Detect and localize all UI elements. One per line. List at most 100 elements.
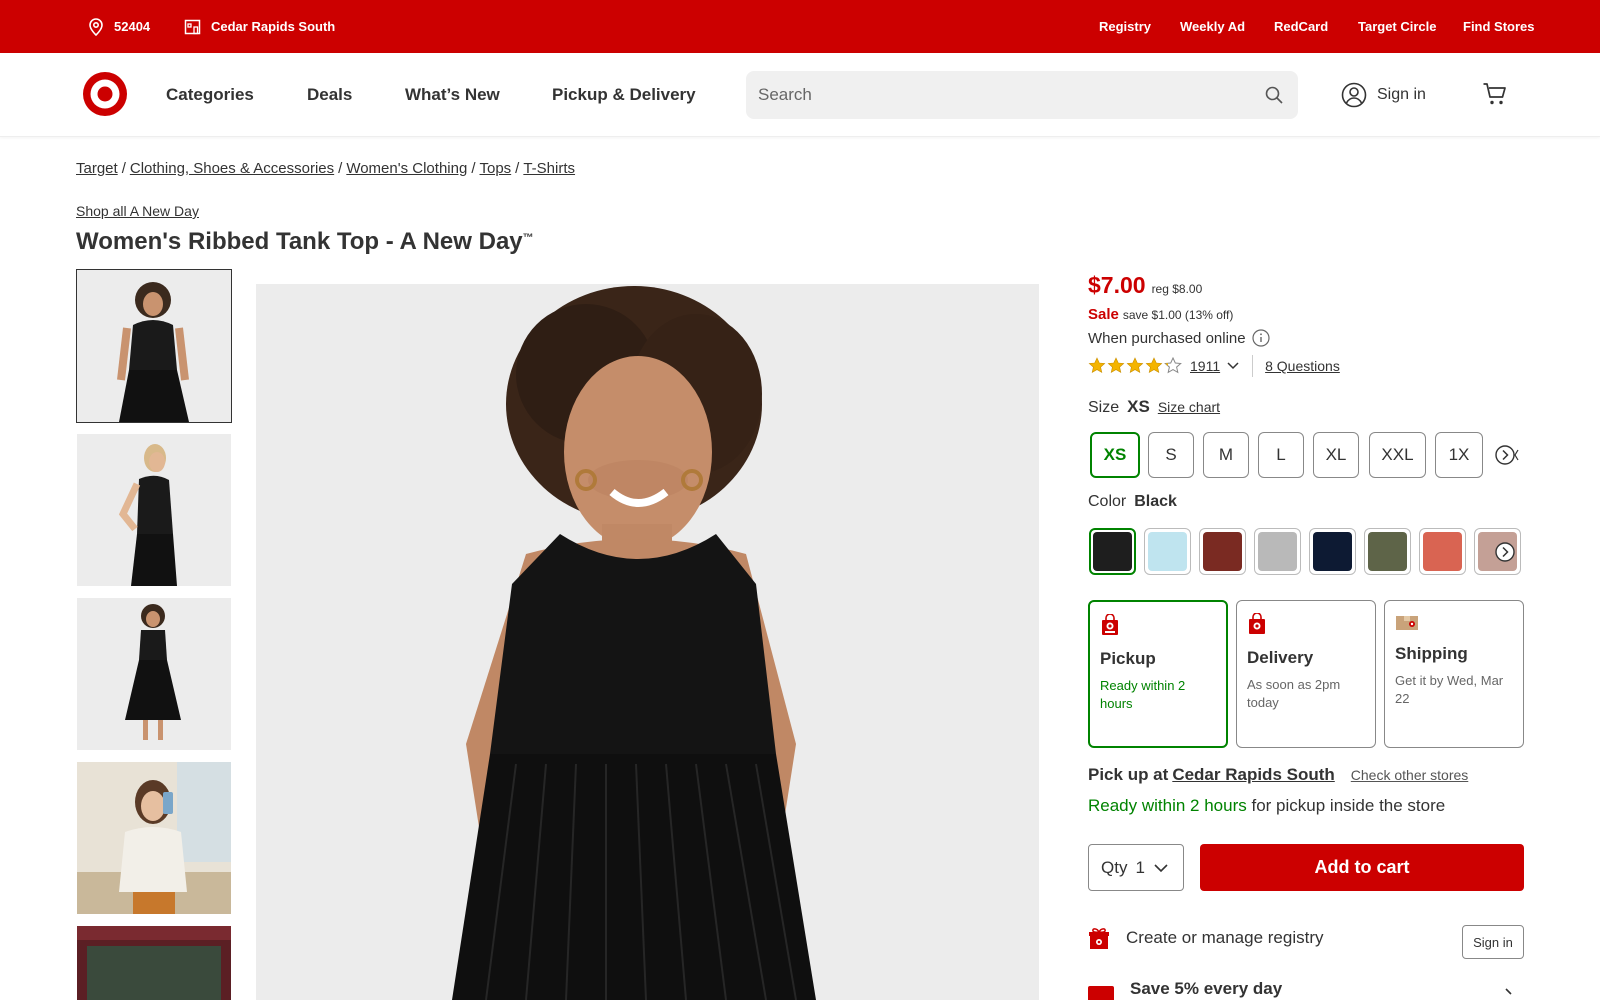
delivery-title: Delivery — [1247, 648, 1314, 667]
pickup-subtitle: Ready within 2 hours — [1100, 678, 1186, 711]
nav-whats-new[interactable]: What’s New — [405, 53, 500, 137]
regular-price: reg $8.00 — [1151, 282, 1203, 296]
breadcrumb-clothing[interactable]: Clothing, Shoes & Accessories — [130, 160, 334, 177]
sale-info: Sale save $1.00 (13% off) — [1088, 306, 1233, 323]
zip-code: 52404 — [114, 19, 151, 34]
swatch-fill — [1368, 532, 1407, 571]
product-main-image[interactable] — [256, 284, 1039, 1000]
store-name: Cedar Rapids South — [211, 19, 336, 34]
product-thumbnail-1[interactable] — [76, 269, 232, 423]
product-thumbnail-4[interactable] — [77, 762, 231, 914]
color-swatch-5[interactable] — [1309, 528, 1356, 575]
pickup-bag-icon — [1102, 613, 1118, 635]
size-scroll-right-icon[interactable] — [1494, 444, 1522, 466]
info-icon[interactable] — [1252, 329, 1270, 347]
color-swatch-3[interactable] — [1199, 528, 1246, 575]
size-option-m[interactable]: M — [1203, 432, 1249, 478]
breadcrumb-target[interactable]: Target — [76, 160, 118, 177]
product-title-text: Women's Ribbed Tank Top - A New Day — [76, 228, 523, 255]
swatch-fill — [1313, 532, 1352, 571]
delivery-bag-icon — [1249, 612, 1265, 634]
questions-link[interactable]: 8 Questions — [1265, 358, 1340, 374]
chevron-right-icon[interactable] — [1504, 988, 1514, 1000]
product-thumbnail-3[interactable] — [77, 598, 231, 750]
review-count[interactable]: 1911 — [1190, 358, 1220, 374]
chevron-down-icon — [1154, 863, 1168, 872]
swatch-fill — [1423, 532, 1462, 571]
find-stores-link[interactable]: Find Stores — [1463, 0, 1535, 53]
purchased-online-note: When purchased online — [1088, 329, 1270, 347]
size-option-xl[interactable]: XL — [1313, 432, 1359, 478]
main-header: Categories Deals What’s New Pickup & Del… — [0, 53, 1600, 137]
quantity-select[interactable]: Qty 1 — [1088, 844, 1184, 891]
color-heading: Color Black — [1088, 493, 1177, 511]
nav-categories[interactable]: Categories — [166, 53, 254, 137]
color-swatch-2[interactable] — [1144, 528, 1191, 575]
star-rating-icon[interactable] — [1088, 357, 1184, 375]
size-option-xs[interactable]: XS — [1090, 432, 1140, 478]
purchased-online-text: When purchased online — [1088, 329, 1246, 347]
selected-color: Black — [1134, 493, 1177, 510]
selected-size: XS — [1127, 397, 1150, 416]
chevron-down-icon[interactable] — [1226, 361, 1240, 371]
size-chart-link[interactable]: Size chart — [1158, 399, 1220, 415]
color-label: Color — [1088, 493, 1127, 510]
redcard-link[interactable]: RedCard — [1274, 0, 1328, 53]
account-sign-in[interactable]: Sign in — [1341, 79, 1426, 111]
shipping-box-icon — [1396, 616, 1418, 630]
fulfillment-pickup[interactable]: Pickup Ready within 2 hours — [1088, 600, 1228, 748]
search-icon[interactable] — [1264, 85, 1284, 105]
product-thumbnail-5[interactable] — [77, 926, 231, 1000]
color-swatch-4[interactable] — [1254, 528, 1301, 575]
breadcrumb-t-shirts[interactable]: T-Shirts — [523, 160, 575, 177]
nav-deals[interactable]: Deals — [307, 53, 352, 137]
color-swatch-6[interactable] — [1364, 528, 1411, 575]
product-title: Women's Ribbed Tank Top - A New Day™ — [76, 228, 534, 256]
shop-all-brand-link[interactable]: Shop all A New Day — [76, 203, 199, 219]
pickup-store-link[interactable]: Cedar Rapids South — [1172, 765, 1334, 785]
nav-pickup-delivery[interactable]: Pickup & Delivery — [552, 53, 696, 137]
trademark-symbol: ™ — [522, 232, 534, 244]
breadcrumb-tops[interactable]: Tops — [479, 160, 511, 177]
size-option-s[interactable]: S — [1148, 432, 1194, 478]
store-icon — [184, 19, 201, 34]
qty-value: 1 — [1135, 857, 1145, 877]
cart-button[interactable] — [1482, 81, 1508, 112]
sign-in-label: Sign in — [1377, 86, 1426, 103]
breadcrumb-womens-clothing[interactable]: Women's Clothing — [346, 160, 467, 177]
search-input[interactable] — [746, 71, 1246, 119]
savings-text: save $1.00 (13% off) — [1122, 308, 1234, 322]
save-five-row[interactable]: Save 5% every day — [1088, 978, 1282, 1000]
add-to-cart-button[interactable]: Add to cart — [1200, 844, 1524, 891]
utility-bar: 52404 Cedar Rapids South Registry Weekly… — [0, 0, 1600, 53]
color-swatch-7[interactable] — [1419, 528, 1466, 575]
target-circle-link[interactable]: Target Circle — [1358, 0, 1437, 53]
size-option-1x[interactable]: 1X — [1435, 432, 1483, 478]
pickup-prefix: Pick up at — [1088, 765, 1169, 784]
registry-sign-in-button[interactable]: Sign in — [1462, 925, 1524, 959]
color-swatch-1[interactable] — [1089, 528, 1136, 575]
product-thumbnail-2[interactable] — [77, 434, 231, 586]
size-option-l[interactable]: L — [1258, 432, 1304, 478]
weekly-ad-link[interactable]: Weekly Ad — [1180, 0, 1245, 53]
size-option-xxl[interactable]: XXL — [1369, 432, 1426, 478]
shipping-title: Shipping — [1395, 644, 1468, 663]
registry-row: Create or manage registry — [1088, 926, 1323, 950]
fulfillment-delivery[interactable]: Delivery As soon as 2pm today — [1236, 600, 1376, 748]
zip-selector[interactable]: 52404 — [88, 0, 150, 53]
swatch-fill — [1258, 532, 1297, 571]
price-block: $7.00 reg $8.00 — [1088, 272, 1202, 299]
target-logo[interactable] — [81, 70, 129, 118]
check-other-stores-link[interactable]: Check other stores — [1351, 767, 1469, 783]
breadcrumb: Target / Clothing, Shoes & Accessories / Wom… — [76, 160, 576, 177]
store-selector[interactable]: Cedar Rapids South — [184, 0, 335, 53]
registry-link[interactable]: Registry — [1099, 0, 1151, 53]
ready-time: Ready within 2 hours — [1088, 796, 1247, 815]
size-heading: Size XS Size chart — [1088, 397, 1220, 417]
redcard-icon — [1088, 986, 1114, 1000]
delivery-subtitle: As soon as 2pm today — [1247, 677, 1341, 710]
gift-icon — [1089, 928, 1109, 949]
search-bar — [746, 71, 1298, 119]
color-scroll-right-icon[interactable] — [1494, 541, 1516, 563]
fulfillment-shipping[interactable]: Shipping Get it by Wed, Mar 22 — [1384, 600, 1524, 748]
